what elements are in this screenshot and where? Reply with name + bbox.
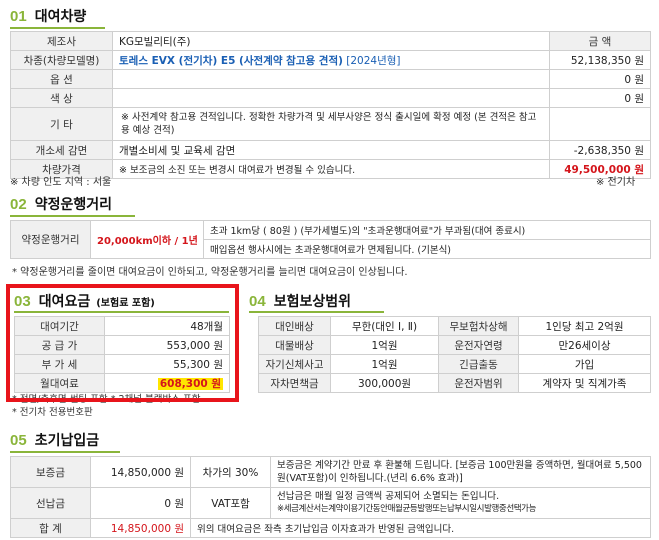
ins-label: 자차면책금	[258, 373, 331, 393]
option-label: 옵 션	[10, 69, 113, 89]
ins-label: 운전자연령	[438, 335, 519, 355]
section-number: 04	[249, 293, 266, 310]
section-label: 초기납입금	[34, 433, 100, 449]
distance-table: 약정운행거리 20,000km이하 / 1년 초과 1km당 ( 80원 ) (…	[10, 220, 651, 259]
ev-note: ※ 전기차	[596, 177, 636, 188]
distance-label: 약정운행거리	[10, 220, 91, 259]
color-amount: 0 원	[549, 88, 651, 108]
deposit-value: 14,850,000 원	[90, 456, 191, 488]
ins-value: 계약자 및 직계가족	[518, 373, 651, 393]
ins-label: 무보험차상해	[438, 316, 519, 336]
total-value: 14,850,000 원	[90, 518, 191, 538]
ins-label: 운전자범위	[438, 373, 519, 393]
model-label: 차종(차량모델명)	[10, 50, 113, 70]
model-amount: 52,138,350 원	[549, 50, 651, 70]
fee-note-2: * 전기차 전용번호판	[12, 407, 93, 418]
section-number: 05	[10, 432, 27, 449]
ins-value: 만26세이상	[518, 335, 651, 355]
section-number: 02	[10, 196, 27, 213]
delivery-region-note: ※ 차량 인도 지역 : 서울	[10, 177, 112, 188]
tax-amount: -2,638,350 원	[549, 140, 651, 160]
ins-label: 대인배상	[258, 316, 331, 336]
total-desc: 위의 대여요금은 좌측 초기납입금 이자효과가 반영된 금액입니다.	[190, 518, 651, 538]
section-label: 약정운행거리	[34, 197, 112, 213]
prepay-value: 0 원	[90, 487, 191, 519]
deposit-label: 보증금	[10, 456, 91, 488]
ins-value: 1억원	[330, 335, 439, 355]
distance-value: 20,000km이하 / 1년	[90, 220, 204, 259]
ins-value: 300,000원	[330, 373, 439, 393]
deposit-ratio: 차가의 30%	[190, 456, 271, 488]
amount-header: 금 액	[549, 31, 651, 51]
ins-label: 긴급출동	[438, 354, 519, 374]
maker-label: 제조사	[10, 31, 113, 51]
ins-value: 1억원	[330, 354, 439, 374]
prepay-label: 선납금	[10, 487, 91, 519]
maker-value: KG모빌리티(주)	[112, 31, 550, 51]
etc-value: ※ 사전계약 참고용 견적입니다. 정확한 차량가격 및 세부사양은 정식 출시…	[112, 107, 550, 141]
deposit-desc: 보증금은 계약기간 만료 후 환불해 드립니다. [보증금 100만원을 증액하…	[270, 456, 651, 488]
price-note: ※ 보조금의 소진 또는 변경시 대여료가 변경될 수 있습니다.	[112, 159, 550, 179]
vehicle-table: 제조사 KG모빌리티(주) 금 액 차종(차량모델명) 토레스 EVX (전기차…	[10, 31, 651, 179]
ins-label: 대물배상	[258, 335, 331, 355]
ins-value: 1인당 최고 2억원	[518, 316, 651, 336]
prepay-desc: 선납금은 매월 일정 금액씩 공제되어 소멸되는 돈입니다. ※세금계산서는계약…	[270, 487, 651, 519]
section-1-title: 01 대여차량	[10, 6, 86, 26]
prepay-desc-line2: ※세금계산서는계약이용기간동안매월균등발행또는납부시일시발행중선택가능	[277, 504, 537, 514]
section-5-title: 05 초기납입금	[10, 430, 99, 450]
prepay-vat: VAT포함	[190, 487, 271, 519]
color-label: 색 상	[10, 88, 113, 108]
distance-line2: 매입옵션 행사시에는 초과운행대여료가 면제됩니다. (기본식)	[203, 239, 651, 259]
highlight-box	[6, 284, 239, 402]
etc-label: 기 타	[10, 107, 113, 141]
tax-value: 개별소비세 및 교육세 감면	[112, 140, 550, 160]
option-amount: 0 원	[549, 69, 651, 89]
initial-payment-table: 보증금 14,850,000 원 차가의 30% 보증금은 계약기간 만료 후 …	[10, 456, 651, 538]
distance-note: * 약정운행거리를 줄이면 대여요금이 인하되고, 약정운행거리를 늘리면 대여…	[12, 267, 408, 278]
insurance-table: 대인배상 무한(대인 Ⅰ, Ⅱ) 무보험차상해 1인당 최고 2억원 대물배상 …	[258, 316, 651, 393]
tax-label: 개소세 감면	[10, 140, 113, 160]
prepay-desc-line1: 선납금은 매월 일정 금액씩 공제되어 소멸되는 돈입니다.	[277, 491, 500, 502]
section-4-title: 04 보험보상범위	[249, 291, 351, 311]
ins-label: 자기신체사고	[258, 354, 331, 374]
model-year: [2024년형]	[346, 54, 401, 67]
section-number: 01	[10, 8, 27, 25]
section-label: 대여차량	[34, 9, 87, 25]
model-value: 토레스 EVX (전기차) E5 (사전계약 참고용 견적) [2024년형]	[112, 50, 550, 70]
section-2-title: 02 약정운행거리	[10, 194, 112, 214]
section-label: 보험보상범위	[273, 294, 351, 310]
ins-value: 무한(대인 Ⅰ, Ⅱ)	[330, 316, 439, 336]
ins-value: 가입	[518, 354, 651, 374]
distance-line1: 초과 1km당 ( 80원 ) (부가세별도)의 "초과운행대여료"가 부과됨(…	[203, 220, 651, 240]
total-label: 합 계	[10, 518, 91, 538]
model-name: 토레스 EVX (전기차) E5 (사전계약 참고용 견적)	[119, 54, 343, 67]
